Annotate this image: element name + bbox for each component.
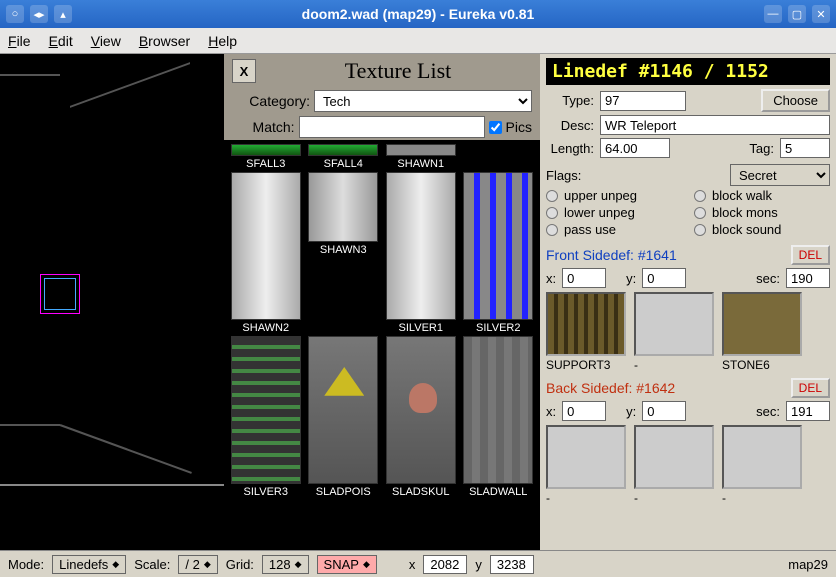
menu-edit[interactable]: Edit (49, 33, 73, 49)
scale-label: Scale: (134, 557, 170, 572)
map-canvas[interactable] (0, 54, 224, 550)
tag-label: Tag: (749, 141, 774, 156)
length-input[interactable] (600, 138, 670, 158)
front-tex-upper[interactable] (546, 292, 626, 356)
pics-checkbox[interactable] (489, 121, 502, 134)
back-x-input[interactable] (562, 401, 606, 421)
window-title: doom2.wad (map29) - Eureka v0.81 (72, 6, 764, 22)
flag-block-mons[interactable]: block mons (694, 205, 830, 220)
window-shade-icon[interactable]: ▴ (54, 5, 72, 23)
front-sec-input[interactable] (786, 268, 830, 288)
texture-list-title: Texture List (264, 58, 532, 84)
category-label: Category: (232, 93, 310, 109)
match-label: Match: (232, 119, 295, 135)
menu-file[interactable]: File (8, 33, 31, 49)
status-x: 2082 (423, 555, 467, 574)
status-map: map29 (788, 557, 828, 572)
back-tex-middle[interactable] (634, 425, 714, 489)
flag-block-walk[interactable]: block walk (694, 188, 830, 203)
menu-help[interactable]: Help (208, 33, 237, 49)
minimize-icon[interactable]: — (764, 5, 782, 23)
flags-select[interactable]: Secret (730, 164, 830, 186)
menu-browser[interactable]: Browser (139, 33, 190, 49)
menu-view[interactable]: View (91, 33, 121, 49)
grid-label: Grid: (226, 557, 254, 572)
tag-input[interactable] (780, 138, 830, 158)
flag-lower-unpeg[interactable]: lower unpeg (546, 205, 682, 220)
status-bar: Mode: Linedefs◆ Scale: / 2◆ Grid: 128◆ S… (0, 550, 836, 577)
front-tex-middle[interactable] (634, 292, 714, 356)
close-panel-button[interactable]: X (232, 59, 256, 83)
maximize-icon[interactable]: ▢ (788, 5, 806, 23)
back-sec-input[interactable] (786, 401, 830, 421)
category-select[interactable]: Tech (314, 90, 532, 112)
type-input[interactable] (600, 91, 686, 111)
desc-label: Desc: (546, 118, 594, 133)
texture-grid[interactable]: SFALL3 SFALL4 SHAWN1 SHAWN2 SHAWN3 SILVE… (224, 140, 540, 550)
desc-input[interactable] (600, 115, 830, 135)
menu-bar: File Edit View Browser Help (0, 28, 836, 54)
flags-label: Flags: (546, 168, 581, 183)
back-y-input[interactable] (642, 401, 686, 421)
front-sidedef-title: Front Sidedef: #1641 (546, 247, 677, 263)
flag-pass-use[interactable]: pass use (546, 222, 682, 237)
front-del-button[interactable]: DEL (791, 245, 830, 265)
back-sidedef-title: Back Sidedef: #1642 (546, 380, 675, 396)
snap-button[interactable]: SNAP◆ (317, 555, 377, 574)
close-icon[interactable]: ✕ (812, 5, 830, 23)
front-x-input[interactable] (562, 268, 606, 288)
linedef-title: Linedef #1146 / 1152 (546, 58, 830, 85)
linedef-sidebar: Linedef #1146 / 1152 Type: Choose Desc: … (540, 54, 836, 550)
choose-button[interactable]: Choose (761, 89, 830, 112)
back-tex-lower[interactable] (722, 425, 802, 489)
window-titlebar: ○ ◂▸ ▴ doom2.wad (map29) - Eureka v0.81 … (0, 0, 836, 28)
texture-panel: X Texture List Category: Tech Match: Pic… (224, 54, 540, 550)
status-y: 3238 (490, 555, 534, 574)
scale-select[interactable]: / 2◆ (178, 555, 217, 574)
window-sticky-icon[interactable]: ◂▸ (30, 5, 48, 23)
length-label: Length: (546, 141, 594, 156)
mode-select[interactable]: Linedefs◆ (52, 555, 126, 574)
front-tex-lower[interactable] (722, 292, 802, 356)
window-menu-icon[interactable]: ○ (6, 5, 24, 23)
mode-label: Mode: (8, 557, 44, 572)
front-y-input[interactable] (642, 268, 686, 288)
pics-label: Pics (506, 119, 532, 135)
flag-upper-unpeg[interactable]: upper unpeg (546, 188, 682, 203)
flag-block-sound[interactable]: block sound (694, 222, 830, 237)
back-tex-upper[interactable] (546, 425, 626, 489)
match-input[interactable] (299, 116, 485, 138)
type-label: Type: (546, 93, 594, 108)
back-del-button[interactable]: DEL (791, 378, 830, 398)
grid-select[interactable]: 128◆ (262, 555, 309, 574)
